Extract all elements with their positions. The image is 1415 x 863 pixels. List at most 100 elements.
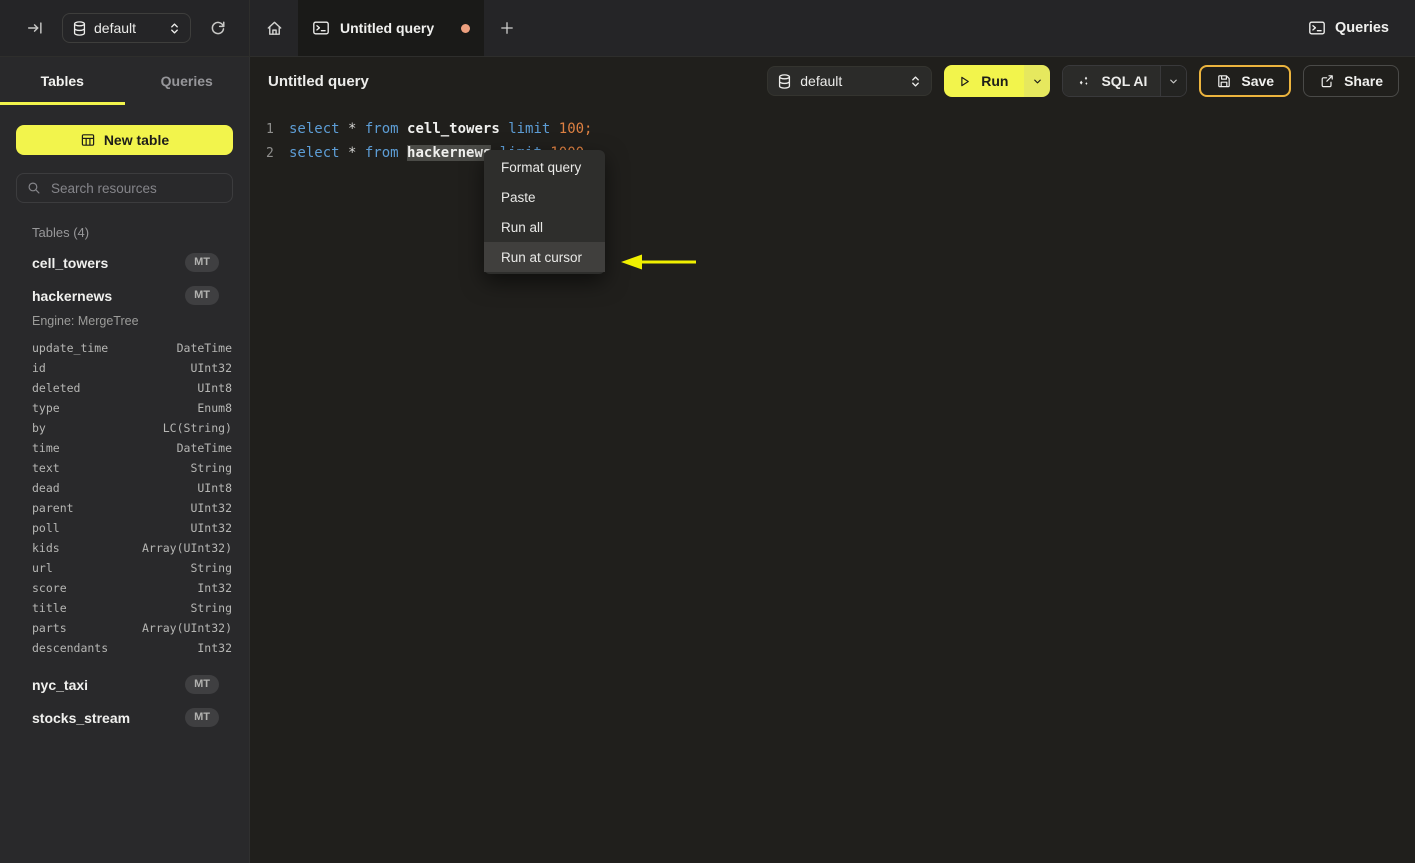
query-title: Untitled query [268, 72, 369, 90]
column-name: type [32, 401, 60, 415]
new-table-button[interactable]: New table [16, 125, 233, 155]
column-type: String [190, 561, 232, 575]
column-row: deleted UInt8 [0, 378, 249, 398]
sidebar-tabs: Tables Queries [0, 57, 249, 105]
code-token: * [348, 121, 365, 137]
column-type: Int32 [197, 581, 232, 595]
column-row: title String [0, 598, 249, 618]
updown-chevron-icon [910, 75, 921, 88]
database-selector-topbar[interactable]: default [62, 13, 191, 43]
new-tab-button[interactable] [484, 0, 530, 56]
code-token: select [289, 121, 349, 137]
engine-label: Engine: MergeTree [32, 314, 139, 328]
tab-title: Untitled query [340, 20, 435, 36]
engine-badge: MT [185, 253, 219, 272]
save-icon [1216, 73, 1232, 89]
column-name: update_time [32, 341, 109, 355]
unsaved-dot [461, 23, 470, 33]
terminal-icon [312, 19, 330, 37]
topbar-left: default [0, 0, 250, 56]
column-row: time DateTime [0, 438, 249, 458]
code-token: cell_towers [407, 121, 500, 137]
menu-item[interactable]: Paste [484, 182, 605, 212]
new-table-label: New table [103, 132, 170, 148]
tab-untitled-query[interactable]: Untitled query [298, 0, 484, 56]
queries-button[interactable]: Queries [1308, 0, 1415, 56]
home-button[interactable] [250, 0, 298, 56]
column-row: parts Array(UInt32) [0, 618, 249, 638]
column-type: UInt8 [197, 481, 232, 495]
main-area: Untitled query default Run SQL AI Save S… [250, 57, 1415, 863]
code-token: hackernews [407, 145, 492, 161]
tab-queries[interactable]: Queries [125, 57, 250, 105]
column-type: DateTime [176, 441, 232, 455]
column-row: dead UInt8 [0, 478, 249, 498]
column-name: kids [32, 541, 60, 555]
column-row: kids Array(UInt32) [0, 538, 249, 558]
table-name: hackernews [32, 287, 113, 304]
column-type: Enum8 [197, 401, 232, 415]
code-text: select * from cell_towers limit 100; [289, 121, 592, 137]
tab-strip: Untitled query Queries [250, 0, 1415, 56]
table-grid-icon [80, 132, 96, 148]
columns-list: update_time DateTime id UInt32 deleted UInt8 t… [0, 336, 249, 668]
tables-list: cell_towers MT hackernews MT Engine: MergeTr… [0, 242, 249, 734]
table-name: cell_towers [32, 254, 109, 271]
updown-chevron-icon [169, 22, 180, 35]
database-icon [778, 73, 791, 89]
table-row[interactable]: stocks_stream MT [0, 701, 249, 734]
refresh-icon[interactable] [205, 15, 231, 41]
save-label: Save [1241, 73, 1275, 89]
column-row: by LC(String) [0, 418, 249, 438]
table-name: nyc_taxi [32, 676, 89, 693]
share-icon [1319, 73, 1335, 89]
menu-item[interactable]: Run all [484, 212, 605, 242]
column-name: by [32, 421, 46, 435]
database-icon [73, 20, 86, 36]
share-button[interactable]: Share [1303, 65, 1399, 97]
run-options-chevron[interactable] [1024, 65, 1051, 97]
table-row[interactable]: nyc_taxi MT [0, 668, 249, 701]
collapse-sidebar-icon[interactable] [22, 15, 48, 41]
column-row: update_time DateTime [0, 338, 249, 358]
tab-tables[interactable]: Tables [0, 57, 125, 105]
column-type: DateTime [176, 341, 232, 355]
save-button[interactable]: Save [1199, 65, 1292, 97]
column-row: url String [0, 558, 249, 578]
sidebar: Tables Queries New table Search resource… [0, 57, 250, 863]
sql-ai-label: SQL AI [1101, 73, 1148, 89]
sql-ai-chevron[interactable] [1160, 66, 1187, 96]
column-type: String [190, 601, 232, 615]
code-token: limit [508, 121, 559, 137]
column-row: parent UInt32 [0, 498, 249, 518]
column-name: poll [32, 521, 60, 535]
query-toolbar: Untitled query default Run SQL AI Save S… [250, 57, 1415, 105]
code-token: select [289, 145, 349, 161]
column-name: id [32, 361, 46, 375]
run-button[interactable]: Run [944, 65, 1025, 97]
column-name: score [32, 581, 67, 595]
code-line[interactable]: 1 select * from cell_towers limit 100; [250, 117, 1415, 141]
search-input[interactable] [49, 179, 230, 197]
terminal-icon [1308, 19, 1326, 37]
column-name: parts [32, 621, 67, 635]
table-row[interactable]: cell_towers MT [0, 246, 249, 279]
code-line[interactable]: 2select * from hackernews limit 1000 [250, 141, 1415, 165]
menu-item[interactable]: Format query [484, 152, 605, 182]
context-menu: Format query Paste Run all Run at cursor [484, 150, 605, 274]
sql-editor[interactable]: 1 select * from cell_towers limit 100; 2 se… [250, 105, 1415, 165]
search-icon [27, 181, 41, 195]
run-label: Run [981, 73, 1009, 89]
database-selector-toolbar[interactable]: default [767, 66, 933, 96]
column-name: deleted [32, 381, 81, 395]
search-box[interactable] [16, 173, 233, 203]
column-row: text String [0, 458, 249, 478]
menu-item[interactable]: Run at cursor [484, 242, 605, 272]
engine-badge: MT [185, 675, 219, 694]
sql-ai-button[interactable]: SQL AI [1063, 66, 1161, 96]
database-selector-value: default [800, 73, 843, 89]
sql-ai-split-button: SQL AI [1062, 65, 1188, 97]
column-type: Int32 [197, 641, 232, 655]
table-row[interactable]: hackernews MT [0, 279, 249, 312]
